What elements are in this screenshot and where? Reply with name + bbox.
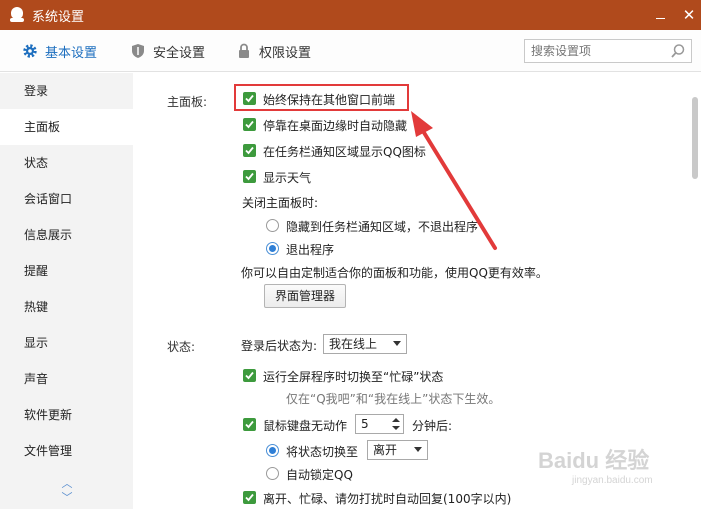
search-icon[interactable] [670,43,686,59]
sidebar-item-display[interactable]: 显示 [0,325,133,361]
tab-basic-settings[interactable]: 基本设置 [22,30,97,72]
lock-icon [236,43,252,59]
tab-bar: 基本设置 安全设置 权限设置 [0,30,701,72]
sidebar-item-main-panel[interactable]: 主面板 [0,109,133,145]
sidebar: 登录 主面板 状态 会话窗口 信息展示 提醒 热键 显示 声音 软件更新 文件管… [0,73,133,509]
settings-content: 主面板: 始终保持在其他窗口前端 停靠在桌面边缘时自动隐藏 在任务栏通知区域显示… [133,73,701,509]
close-button[interactable]: ✕ [680,6,698,24]
minimize-button[interactable] [651,6,669,24]
tab-security-settings[interactable]: 安全设置 [130,30,205,72]
sidebar-item-software-update[interactable]: 软件更新 [0,397,133,433]
tab-label: 权限设置 [259,45,312,61]
sidebar-scroll-down-icon[interactable]: ﹀ [58,491,76,505]
sidebar-scroll-up-icon[interactable]: ︿ [58,477,76,491]
gear-icon [22,43,38,59]
sidebar-item-login[interactable]: 登录 [0,73,133,109]
sidebar-item-file-management[interactable]: 文件管理 [0,433,133,469]
sidebar-scroll-arrows: ︿ ﹀ [58,477,76,505]
sidebar-item-info-display[interactable]: 信息展示 [0,217,133,253]
window-title: 系统设置 [32,9,85,25]
sidebar-item-hotkeys[interactable]: 热键 [0,289,133,325]
search-box[interactable] [524,39,692,63]
tab-label: 基本设置 [45,45,98,61]
sidebar-item-status[interactable]: 状态 [0,145,133,181]
title-bar: 系统设置 ✕ [0,0,701,30]
tab-label: 安全设置 [153,45,206,61]
annotation-arrow-icon [411,111,497,250]
search-input[interactable] [525,40,665,62]
qq-penguin-icon [10,7,24,23]
shield-icon [130,43,146,59]
sidebar-item-sound[interactable]: 声音 [0,361,133,397]
sidebar-item-reminder[interactable]: 提醒 [0,253,133,289]
sidebar-item-chat-window[interactable]: 会话窗口 [0,181,133,217]
tab-permission-settings[interactable]: 权限设置 [236,30,311,72]
